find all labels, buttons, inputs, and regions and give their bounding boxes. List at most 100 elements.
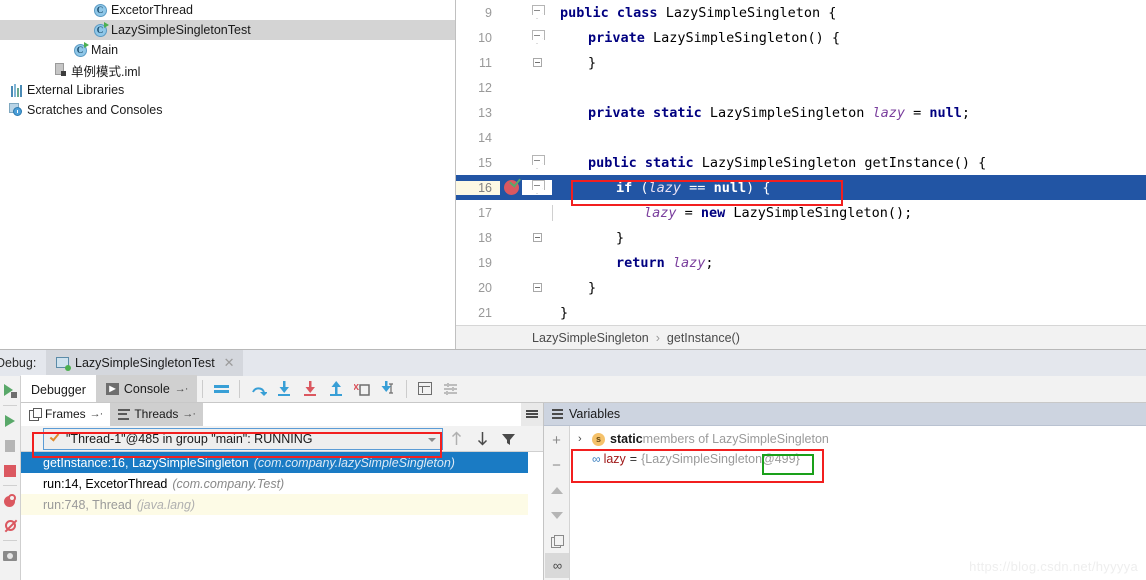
fold-collapse-icon[interactable] (531, 5, 545, 20)
divider (3, 485, 17, 486)
drop-frame-button[interactable]: x (349, 375, 375, 402)
pin-icon[interactable]: →· (182, 408, 196, 420)
code-line[interactable]: 17 lazy = new LazySimpleSingleton(); (456, 200, 1146, 225)
step-out-button[interactable] (323, 375, 349, 402)
breadcrumb-method[interactable]: getInstance() (667, 331, 740, 345)
java-class-runnable-icon: C (72, 42, 89, 58)
variable-description: members of LazySimpleSingleton (642, 432, 829, 446)
frames-scrollbar[interactable] (528, 452, 543, 580)
view-breakpoints-button[interactable] (0, 488, 20, 513)
fold-gutter[interactable] (522, 233, 552, 242)
fold-gutter[interactable] (522, 30, 552, 45)
watch-up-button[interactable] (545, 478, 569, 503)
line-number: 14 (456, 130, 500, 145)
run-marker-icon (104, 22, 109, 28)
frames-filter-button[interactable] (495, 426, 521, 452)
tree-item[interactable]: 单例模式.iml (0, 60, 455, 80)
remove-watch-button[interactable]: − (545, 453, 569, 478)
code-token: ; (705, 254, 714, 271)
breakpoint-marker[interactable] (500, 180, 522, 195)
fold-collapse-icon[interactable] (532, 283, 542, 292)
variable-row[interactable]: › s static members of LazySimpleSingleton (570, 429, 1146, 449)
code-line[interactable]: 13 private static LazySimpleSingleton laz… (456, 100, 1146, 125)
frame-row[interactable]: getInstance:16, LazySimpleSingleton (com.… (21, 452, 543, 473)
debug-session-tab[interactable]: LazySimpleSingletonTest ✕ (46, 350, 243, 376)
step-into-button[interactable] (271, 375, 297, 402)
fold-collapse-icon[interactable] (531, 155, 545, 170)
tree-item[interactable]: C Main (0, 40, 455, 60)
tree-item[interactable]: C LazySimpleSingletonTest (0, 20, 455, 40)
thread-selector-dropdown[interactable]: "Thread-1"@485 in group "main": RUNNING (43, 427, 443, 450)
fold-gutter[interactable] (522, 283, 552, 292)
tree-item[interactable]: External Libraries (0, 80, 455, 100)
fold-collapse-icon[interactable] (531, 180, 545, 195)
tree-item[interactable]: Scratches and Consoles (0, 100, 455, 120)
add-watch-button[interactable]: + (545, 428, 569, 453)
frame-row[interactable]: run:14, ExcetorThread (com.company.Test) (21, 473, 543, 494)
frame-row[interactable]: run:748, Thread (java.lang) (21, 494, 543, 515)
variables-header: Variables (544, 403, 1146, 426)
tab-frames[interactable]: Frames →· (21, 402, 111, 426)
watch-down-button[interactable] (545, 503, 569, 528)
variable-row[interactable]: ∞ lazy = {LazySimpleSingleton@499} (570, 449, 1146, 469)
fold-gutter[interactable] (522, 58, 552, 67)
code-token: == (681, 179, 714, 196)
code-line[interactable]: 15 public static LazySimpleSingleton getI… (456, 150, 1146, 175)
evaluate-expression-button[interactable] (412, 375, 438, 402)
chevron-down-icon[interactable] (428, 437, 436, 442)
fold-collapse-icon[interactable] (532, 233, 542, 242)
fold-gutter[interactable] (522, 155, 552, 170)
pin-icon[interactable]: →· (175, 383, 189, 395)
frame-down-button[interactable] (469, 426, 495, 452)
code-line[interactable]: 20} (456, 275, 1146, 300)
code-editor[interactable]: 9 public class LazySimpleSingleton {10 pri… (456, 0, 1146, 325)
fold-collapse-icon[interactable] (531, 30, 545, 45)
resume-program-button[interactable] (0, 408, 20, 433)
frames-pane: Frames →· Threads →· "Thread-1"@485 in g… (21, 402, 544, 580)
fold-gutter[interactable] (522, 5, 552, 20)
mute-breakpoints-button[interactable] (0, 513, 20, 538)
code-line[interactable]: 11} (456, 50, 1146, 75)
code-line[interactable]: 12 (456, 75, 1146, 100)
code-line[interactable]: 21} (456, 300, 1146, 325)
code-line[interactable]: 19 return lazy; (456, 250, 1146, 275)
force-step-into-button[interactable] (297, 375, 323, 402)
pause-program-button[interactable] (0, 433, 20, 458)
code-line[interactable]: 18} (456, 225, 1146, 250)
run-to-cursor-icon (381, 381, 394, 394)
code-token: } (560, 304, 569, 321)
debugger-settings-button[interactable] (438, 375, 464, 402)
code-text: private static LazySimpleSingleton lazy … (552, 105, 1146, 121)
settings-camera-button[interactable] (0, 543, 20, 568)
fold-gutter[interactable] (522, 180, 552, 195)
tree-item[interactable]: C ExcetorThread (0, 0, 455, 20)
line-number: 11 (456, 55, 500, 70)
frame-up-button[interactable] (443, 426, 469, 452)
line-number: 18 (456, 230, 500, 245)
run-to-cursor-button[interactable] (375, 375, 401, 402)
code-token: null (929, 104, 962, 121)
close-icon[interactable]: ✕ (224, 355, 235, 371)
code-line[interactable]: 16 if (lazy == null) { (456, 175, 1146, 200)
code-line[interactable]: 14 (456, 125, 1146, 150)
fold-collapse-icon[interactable] (532, 58, 542, 67)
show-execution-point-button[interactable] (208, 375, 234, 402)
stop-button[interactable] (0, 458, 20, 483)
breadcrumb[interactable]: LazySimpleSingleton › getInstance() (456, 325, 1146, 349)
code-line[interactable]: 9 public class LazySimpleSingleton { (456, 0, 1146, 25)
pin-icon[interactable]: →· (90, 408, 104, 420)
watches-toggle-button[interactable]: ∞ (544, 553, 569, 578)
variables-tree[interactable]: › s static members of LazySimpleSingleton ∞… (570, 426, 1146, 580)
tab-debugger[interactable]: Debugger (21, 375, 96, 402)
code-line[interactable]: 10 private LazySimpleSingleton() { (456, 25, 1146, 50)
frames-options-button[interactable] (521, 402, 543, 426)
rerun-button[interactable] (0, 378, 20, 403)
tab-console[interactable]: ▶ Console →· (95, 375, 198, 402)
rerun-icon (3, 384, 17, 398)
tab-threads[interactable]: Threads →· (110, 402, 204, 426)
chevron-right-icon[interactable]: › (578, 433, 592, 445)
step-over-button[interactable] (245, 375, 271, 402)
code-token: = (676, 204, 701, 221)
copy-value-button[interactable] (545, 528, 569, 553)
breadcrumb-class[interactable]: LazySimpleSingleton (532, 331, 649, 345)
